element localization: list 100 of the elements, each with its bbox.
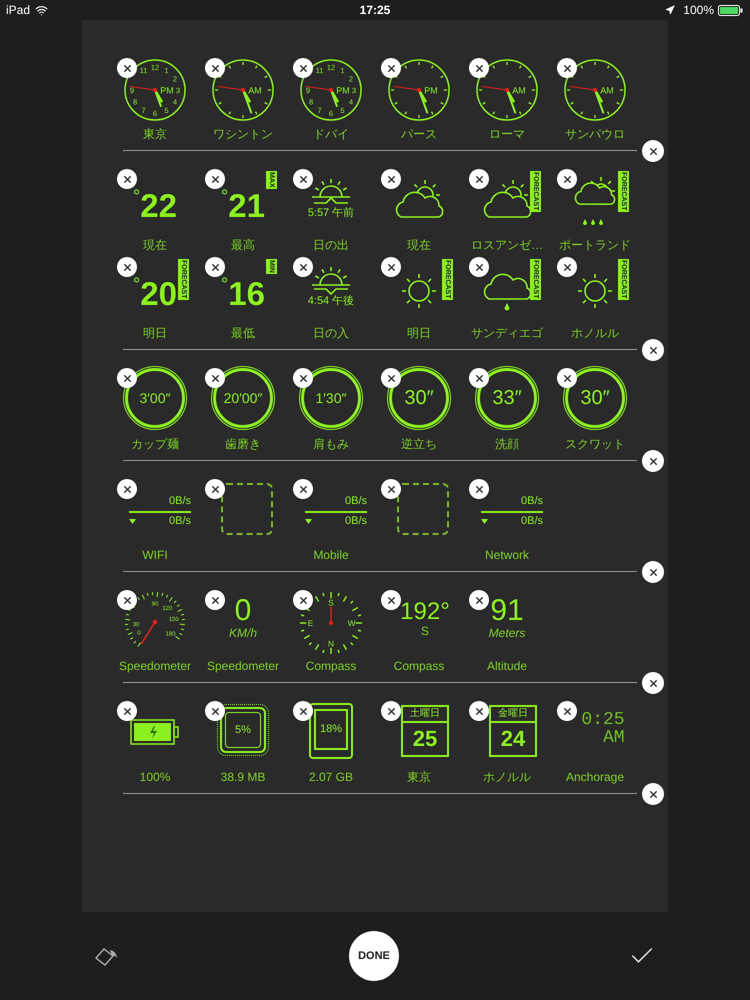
remove-button[interactable] <box>117 257 137 277</box>
remove-button[interactable] <box>381 58 401 78</box>
dot-clock-time: 0:25 <box>581 711 625 729</box>
close-icon <box>386 62 396 74</box>
remove-button[interactable] <box>293 590 313 610</box>
widget-label: Anchorage <box>566 769 624 785</box>
clock-icon <box>564 59 626 121</box>
widget-label: 明日 <box>407 325 431 341</box>
close-icon <box>648 146 658 156</box>
done-button[interactable]: DONE <box>349 931 399 981</box>
close-icon <box>122 262 132 272</box>
remove-button[interactable] <box>205 701 225 721</box>
remove-button[interactable] <box>642 783 664 805</box>
widget-label: ローマ <box>489 126 525 142</box>
remove-button[interactable] <box>642 140 664 162</box>
remove-button[interactable] <box>469 479 489 499</box>
close-icon <box>648 788 658 800</box>
close-icon <box>474 62 484 74</box>
remove-button[interactable] <box>205 590 225 610</box>
close-icon <box>210 484 220 494</box>
remove-button[interactable] <box>117 479 137 499</box>
close-icon <box>122 706 132 716</box>
remove-button[interactable] <box>642 561 664 583</box>
remove-button[interactable] <box>469 58 489 78</box>
reading-value: 91 <box>490 596 524 626</box>
widget-label: 東京 <box>407 769 431 785</box>
close-icon <box>474 174 484 184</box>
remove-button[interactable] <box>381 701 401 721</box>
remove-button[interactable] <box>205 368 225 388</box>
period-label: PM <box>160 86 174 96</box>
close-icon <box>386 174 396 184</box>
compass-letter: N <box>328 640 334 649</box>
widget-label: Speedometer <box>118 658 192 674</box>
calendar-icon: 土曜日 25 <box>401 705 449 757</box>
remove-button[interactable] <box>469 590 489 610</box>
widget-label: ワシントン <box>213 126 273 142</box>
speedometer-icon <box>124 592 186 648</box>
compass-letter: E <box>308 619 314 628</box>
down-triangle-icon <box>129 519 136 524</box>
timer-ring: 20′00″ <box>213 368 273 428</box>
remove-button[interactable] <box>469 169 489 189</box>
remove-button[interactable] <box>557 169 577 189</box>
remove-button[interactable] <box>117 590 137 610</box>
device-name: iPad <box>6 2 30 19</box>
remove-button[interactable] <box>381 590 401 610</box>
widget-label: 100% <box>140 769 170 785</box>
remove-button[interactable] <box>117 58 137 78</box>
remove-button[interactable] <box>293 701 313 721</box>
close-icon <box>122 594 132 606</box>
remove-button[interactable] <box>117 169 137 189</box>
remove-button[interactable] <box>293 58 313 78</box>
empty-slot <box>397 483 449 535</box>
remove-button[interactable] <box>293 368 313 388</box>
remove-button[interactable] <box>117 368 137 388</box>
widget-label: サンパウロ <box>565 126 625 142</box>
remove-button[interactable] <box>205 479 225 499</box>
remove-button[interactable] <box>293 257 313 277</box>
widget-label: 明日 <box>143 325 167 341</box>
tablet-icon: 18% <box>309 703 353 759</box>
period-label: AM <box>248 86 262 96</box>
remove-button[interactable] <box>642 672 664 694</box>
period-label: PM <box>336 86 350 96</box>
remove-button[interactable] <box>117 701 137 721</box>
remove-button[interactable] <box>205 169 225 189</box>
remove-button[interactable] <box>557 58 577 78</box>
remove-button[interactable] <box>381 368 401 388</box>
close-icon <box>648 344 658 356</box>
remove-button[interactable] <box>469 701 489 721</box>
remove-button[interactable] <box>381 479 401 499</box>
unit-text: KM/h <box>228 626 257 641</box>
down-triangle-icon <box>305 519 312 524</box>
download-rate: 0B/s <box>520 514 543 528</box>
remove-button[interactable] <box>642 450 664 472</box>
remove-button[interactable] <box>557 701 577 721</box>
remove-button[interactable] <box>469 257 489 277</box>
remove-button[interactable] <box>469 368 489 388</box>
upload-rate: 0B/s <box>168 495 191 509</box>
widget-label: ポートランド <box>559 237 631 253</box>
widget-label: 最高 <box>231 237 255 253</box>
remove-button[interactable] <box>293 479 313 499</box>
remove-button[interactable] <box>381 257 401 277</box>
widget-label: Mobile <box>313 547 349 563</box>
reading-value: 0 <box>234 596 252 626</box>
close-icon <box>210 262 220 272</box>
battery-icon <box>130 719 180 745</box>
remove-button[interactable] <box>381 169 401 189</box>
remove-button[interactable] <box>557 257 577 277</box>
widget-label: Network <box>484 547 529 563</box>
widget-label: Compass <box>394 658 444 674</box>
close-icon <box>122 62 132 74</box>
period-label: PM <box>424 86 438 96</box>
remove-button[interactable] <box>293 169 313 189</box>
remove-button[interactable] <box>205 58 225 78</box>
close-icon <box>562 706 572 716</box>
remove-button[interactable] <box>205 257 225 277</box>
remove-button[interactable] <box>557 368 577 388</box>
remove-button[interactable] <box>642 339 664 361</box>
compass-letter: W <box>348 619 356 628</box>
clock-icon <box>212 59 274 121</box>
battery-percent: 100% <box>683 2 714 19</box>
